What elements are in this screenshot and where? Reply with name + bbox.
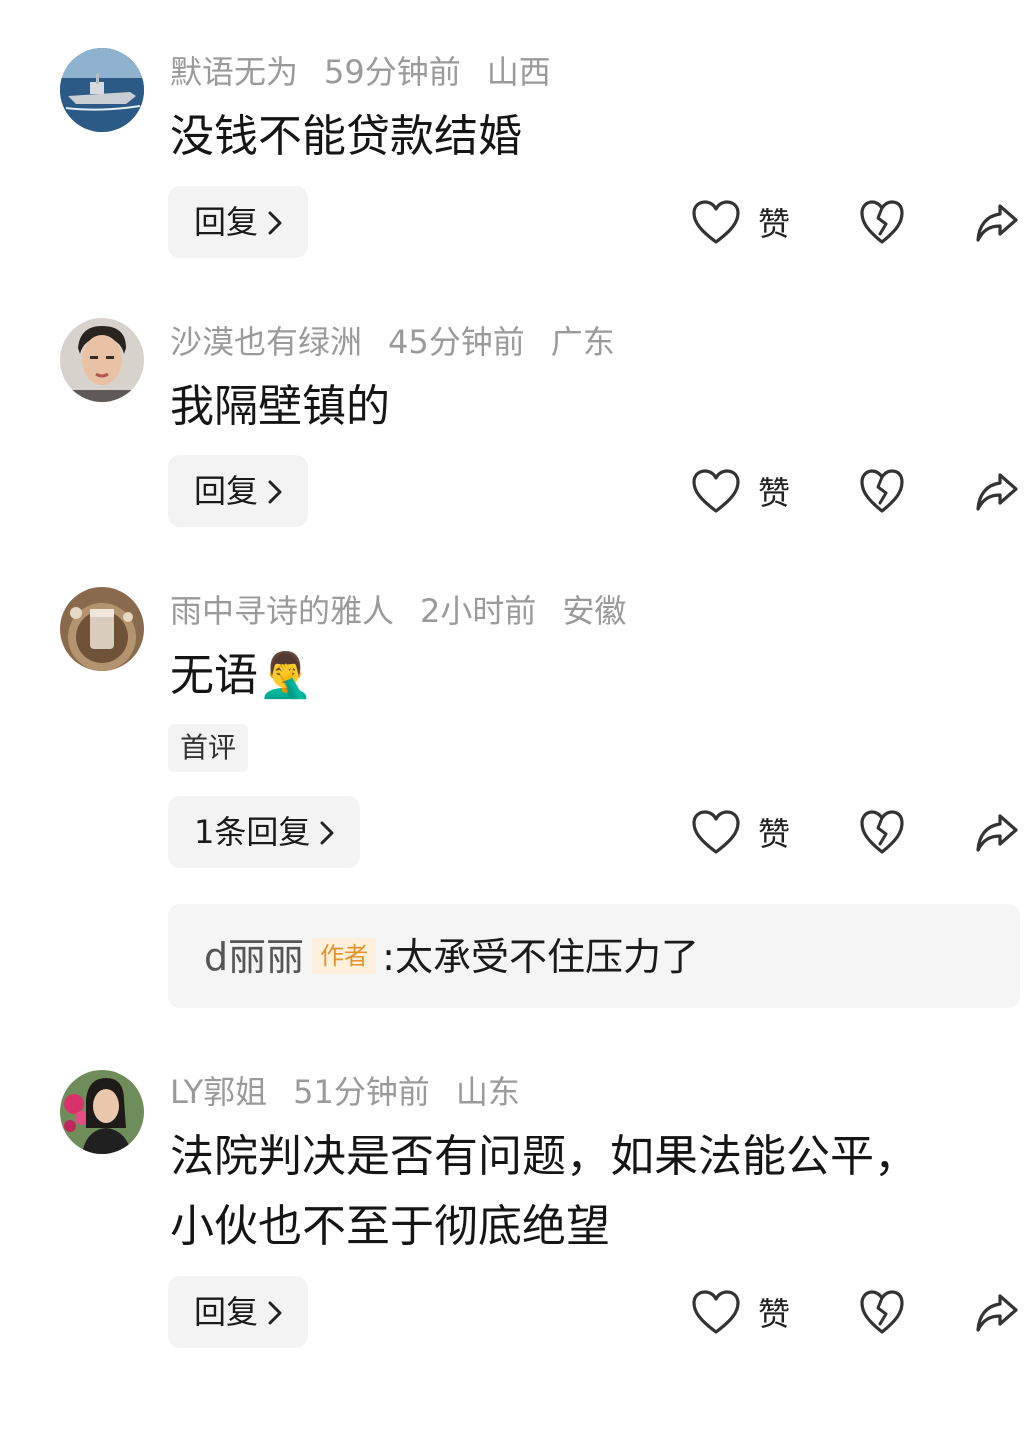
- share-arrow-icon: [976, 814, 1018, 852]
- comment-meta: 沙漠也有绿洲 45分钟前 广东: [170, 320, 641, 364]
- comment-actions: 赞: [690, 186, 1030, 258]
- comment-actions: 赞: [690, 1276, 1030, 1348]
- comment-actions: 赞: [690, 796, 1030, 868]
- location: 广东: [550, 323, 615, 361]
- dislike-button[interactable]: [858, 796, 906, 868]
- reply-label: 回复: [194, 1293, 259, 1331]
- location: 山西: [486, 53, 551, 91]
- reply-label: 回复: [194, 203, 259, 241]
- author-badge: 作者: [312, 937, 377, 974]
- facepalm-emoji: 🤦‍♂️: [258, 650, 313, 701]
- dislike-button[interactable]: [858, 455, 906, 527]
- comment-text-body: 无语: [170, 650, 258, 701]
- comment-meta: 默语无为 59分钟前 山西: [170, 50, 577, 94]
- username[interactable]: 默语无为: [170, 53, 298, 91]
- comment-text: 没钱不能贷款结婚: [170, 111, 522, 162]
- comment-text-line-1: 法院判决是否有问题，如果法能公平，: [170, 1131, 918, 1182]
- comment-meta: 雨中寻诗的雅人 2小时前 安徽: [170, 589, 652, 633]
- share-button[interactable]: [974, 1276, 1020, 1348]
- share-arrow-icon: [976, 204, 1018, 242]
- reply-button[interactable]: 回复: [168, 186, 309, 260]
- like-button[interactable]: 赞: [690, 455, 790, 527]
- chevron-right-icon: [268, 1278, 282, 1350]
- chevron-right-icon: [268, 457, 282, 529]
- broken-heart-icon: [860, 469, 904, 513]
- heart-outline-icon: [692, 200, 740, 244]
- timestamp: 2小时前: [420, 592, 537, 630]
- heart-outline-icon: [692, 810, 740, 854]
- reply-label: 1条回复: [194, 813, 311, 851]
- like-button[interactable]: 赞: [690, 1276, 790, 1348]
- share-button[interactable]: [974, 796, 1020, 868]
- like-label: 赞: [758, 815, 791, 853]
- like-label: 赞: [758, 1295, 791, 1333]
- avatar[interactable]: [60, 318, 144, 402]
- location: 山东: [455, 1073, 520, 1111]
- comment-text-line-2: 小伙也不至于彻底绝望: [170, 1201, 610, 1252]
- like-button[interactable]: 赞: [690, 186, 790, 258]
- like-label: 赞: [758, 205, 791, 243]
- reply-button[interactable]: 回复: [168, 1276, 309, 1350]
- avatar[interactable]: [60, 48, 144, 132]
- chevron-right-icon: [268, 188, 282, 260]
- heart-outline-icon: [692, 469, 740, 513]
- avatar[interactable]: [60, 587, 144, 671]
- share-button[interactable]: [974, 455, 1020, 527]
- sub-reply-text: 太承受不住压力了: [394, 935, 699, 979]
- first-comment-tag: 首评: [168, 724, 249, 772]
- comment-text: 我隔壁镇的: [170, 381, 390, 432]
- broken-heart-icon: [860, 1290, 904, 1334]
- like-label: 赞: [758, 474, 791, 512]
- timestamp: 51分钟前: [293, 1073, 430, 1111]
- like-button[interactable]: 赞: [690, 796, 790, 868]
- reply-button[interactable]: 回复: [168, 455, 309, 529]
- sub-reply-separator: :: [382, 935, 395, 979]
- timestamp: 45分钟前: [388, 323, 525, 361]
- chevron-right-icon: [320, 798, 334, 870]
- username[interactable]: 雨中寻诗的雅人: [170, 592, 394, 630]
- reply-label: 回复: [194, 472, 259, 510]
- replies-button[interactable]: 1条回复: [168, 796, 361, 870]
- dislike-button[interactable]: [858, 186, 906, 258]
- avatar[interactable]: [60, 1070, 144, 1154]
- dislike-button[interactable]: [858, 1276, 906, 1348]
- sub-reply-box[interactable]: d丽丽 作者:太承受不住压力了: [168, 904, 1020, 1008]
- username[interactable]: LY郭姐: [170, 1073, 267, 1111]
- location: 安徽: [562, 592, 627, 630]
- broken-heart-icon: [860, 200, 904, 244]
- share-arrow-icon: [976, 1294, 1018, 1332]
- sub-reply-line: d丽丽 作者:太承受不住压力了: [204, 932, 699, 982]
- timestamp: 59分钟前: [324, 53, 461, 91]
- heart-outline-icon: [692, 1290, 740, 1334]
- username[interactable]: 沙漠也有绿洲: [170, 323, 362, 361]
- comment-text: 无语🤦‍♂️: [170, 643, 313, 709]
- sub-reply-username[interactable]: d丽丽: [204, 935, 304, 979]
- comment-meta: LY郭姐 51分钟前 山东: [170, 1070, 546, 1114]
- share-arrow-icon: [976, 473, 1018, 511]
- comment-actions: 赞: [690, 455, 1030, 527]
- share-button[interactable]: [974, 186, 1020, 258]
- broken-heart-icon: [860, 810, 904, 854]
